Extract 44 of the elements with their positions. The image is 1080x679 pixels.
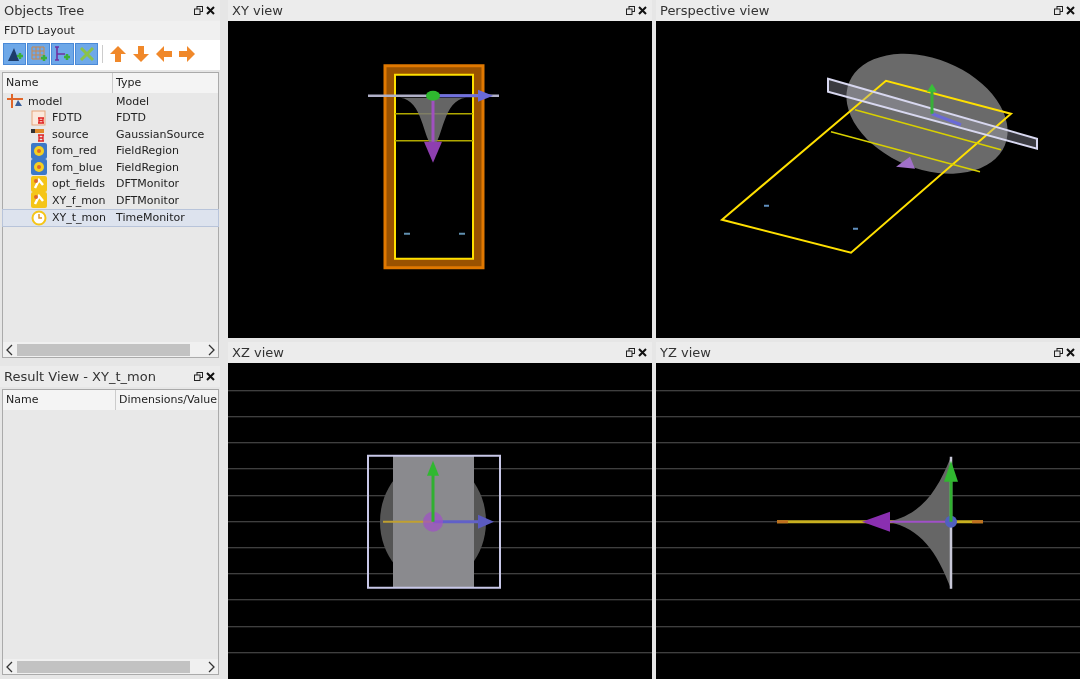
section-label: FDTD Layout: [0, 21, 220, 40]
panel-title: Objects Tree: [4, 3, 85, 18]
restore-icon[interactable]: [626, 6, 635, 15]
tree-row[interactable]: XY_f_mon DFTMonitor: [3, 192, 218, 209]
column-header[interactable]: Name: [3, 73, 113, 93]
monitor-icon: [31, 192, 47, 209]
horizontal-scrollbar[interactable]: [3, 342, 218, 357]
close-icon[interactable]: [1066, 347, 1075, 357]
target-icon: [31, 142, 47, 159]
close-icon[interactable]: [206, 6, 215, 15]
restore-icon[interactable]: [1054, 6, 1063, 15]
column-header[interactable]: Dimensions/Value: [116, 390, 218, 410]
fdtd-icon: [31, 109, 47, 126]
close-icon[interactable]: [638, 347, 647, 357]
tree-row[interactable]: FDTD FDTD: [3, 109, 218, 126]
source-icon: [31, 126, 47, 143]
restore-icon[interactable]: [626, 347, 635, 357]
restore-icon[interactable]: [194, 372, 203, 381]
close-icon[interactable]: [1066, 6, 1075, 15]
restore-icon[interactable]: [194, 6, 203, 15]
panel-title: Result View - XY_t_mon: [4, 369, 156, 384]
add-port-button[interactable]: [51, 43, 74, 65]
close-icon[interactable]: [206, 372, 215, 381]
horizontal-scrollbar[interactable]: [3, 659, 218, 674]
model-icon: [7, 94, 23, 109]
tree-row[interactable]: fom_blue FieldRegion: [3, 159, 218, 176]
view-title: YZ view: [660, 344, 711, 360]
tree-row[interactable]: fom_red FieldRegion: [3, 142, 218, 159]
tree-row[interactable]: model Model: [3, 93, 218, 110]
restore-icon[interactable]: [1054, 347, 1063, 357]
view-title: XY view: [232, 3, 283, 18]
column-header[interactable]: Type: [113, 73, 218, 93]
target-icon: [31, 159, 47, 176]
monitor-icon: [31, 175, 47, 192]
tree-row[interactable]: XY_t_mon TimeMonitor: [2, 208, 219, 227]
view-title: XZ view: [232, 344, 284, 360]
view-title: Perspective view: [660, 3, 770, 18]
tree-row[interactable]: source GaussianSource: [3, 126, 218, 143]
tree-row[interactable]: opt_fields DFTMonitor: [3, 175, 218, 192]
column-header[interactable]: Name: [3, 390, 116, 410]
add-structure-button[interactable]: [3, 43, 26, 65]
close-icon[interactable]: [638, 6, 647, 15]
clock-icon: [31, 209, 47, 226]
move-right-button[interactable]: [176, 43, 198, 65]
